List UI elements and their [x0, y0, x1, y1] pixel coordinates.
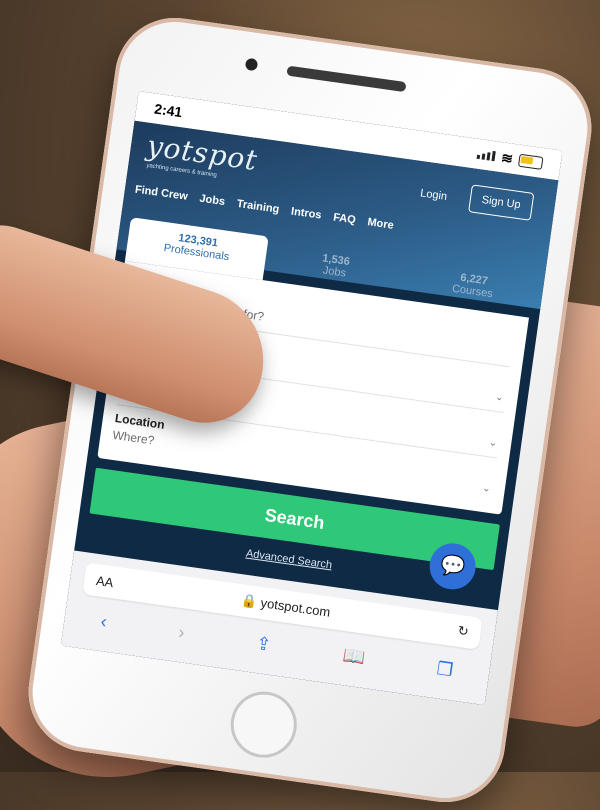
share-icon[interactable]: ⇪ — [255, 633, 273, 656]
bookmarks-icon[interactable]: 📖 — [341, 645, 367, 669]
url-display[interactable]: 🔒 yotspot.com — [240, 592, 331, 620]
home-button[interactable] — [226, 687, 302, 762]
nav-more[interactable]: More — [367, 216, 395, 232]
chevron-down-icon: ⌄ — [494, 391, 505, 404]
smartphone: 2:41 ≋ yotspot yachting careers & traini… — [20, 10, 600, 810]
battery-icon — [517, 153, 544, 170]
nav-intros[interactable]: Intros — [290, 205, 322, 221]
earpiece-speaker — [286, 65, 407, 93]
text-size-button[interactable]: AA — [95, 572, 114, 589]
chevron-down-icon: ⌄ — [481, 482, 492, 495]
nav-training[interactable]: Training — [236, 198, 280, 216]
status-time: 2:41 — [153, 100, 184, 121]
lock-icon: 🔒 — [240, 592, 259, 610]
tabs-icon[interactable]: ❐ — [435, 658, 455, 681]
nav-jobs[interactable]: Jobs — [199, 193, 226, 208]
url-text: yotspot.com — [259, 595, 332, 620]
back-icon[interactable]: ‹ — [99, 611, 108, 633]
reload-icon[interactable]: ↻ — [457, 623, 470, 640]
forward-icon[interactable]: › — [177, 622, 186, 644]
status-icons: ≋ — [476, 145, 544, 171]
chevron-down-icon: ⌄ — [488, 437, 498, 450]
wifi-icon: ≋ — [500, 148, 515, 167]
front-camera — [244, 57, 259, 72]
signal-icon — [476, 149, 497, 162]
login-link[interactable]: Login — [419, 187, 447, 203]
signup-button[interactable]: Sign Up — [467, 184, 535, 221]
nav-faq[interactable]: FAQ — [332, 211, 356, 226]
nav-find-crew[interactable]: Find Crew — [134, 184, 188, 203]
